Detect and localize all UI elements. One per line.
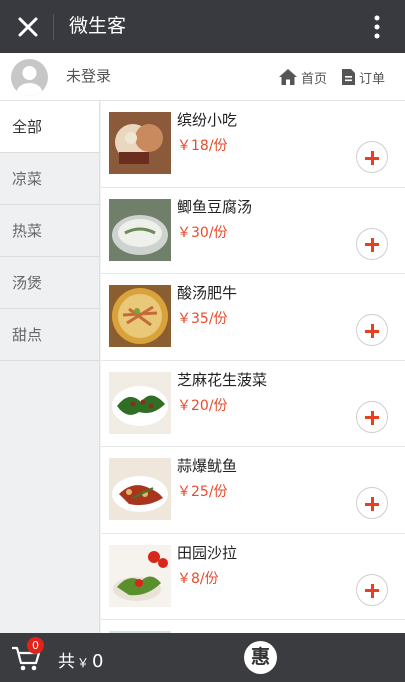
- dish-item[interactable]: 田园沙拉 ￥8/份: [101, 534, 405, 620]
- page-title: 微生客: [69, 15, 127, 37]
- dish-list: 缤纷小吃 ￥18/份 鲫鱼豆腐汤 ￥30/份 酸汤肥牛 ￥35/份 芝麻花生菠菜…: [101, 101, 405, 633]
- add-to-cart-button[interactable]: [356, 400, 388, 433]
- dish-price: ￥20/份: [177, 397, 228, 414]
- dish-item[interactable]: 酸汤肥牛 ￥35/份: [101, 274, 405, 361]
- cart-total: 共 ￥ 0: [58, 647, 103, 672]
- category-desserts[interactable]: 甜点: [0, 309, 99, 361]
- add-to-cart-button[interactable]: [356, 314, 388, 346]
- category-soups[interactable]: 汤煲: [0, 257, 99, 309]
- total-amount: 0: [92, 651, 104, 672]
- dish-photo: [109, 198, 171, 261]
- home-link[interactable]: 首页: [278, 65, 327, 89]
- order-label: 订单: [359, 71, 386, 87]
- dish-item[interactable]: 蒜爆鱿鱼 ￥25/份: [101, 447, 405, 534]
- add-to-cart-button[interactable]: [356, 227, 388, 260]
- currency-symbol: ￥: [77, 656, 90, 670]
- title-separator: [53, 14, 54, 40]
- dish-photo: [109, 544, 171, 607]
- total-label: 共: [58, 652, 75, 672]
- dish-item[interactable]: 芝麻花生菠菜 ￥20/份: [101, 361, 405, 447]
- dish-name: 酸汤肥牛: [177, 284, 238, 302]
- dish-item[interactable]: 缤纷小吃 ￥18/份: [101, 101, 405, 188]
- login-status[interactable]: 未登录: [66, 66, 111, 86]
- add-to-cart-button[interactable]: [356, 141, 388, 173]
- user-icon: [16, 66, 43, 96]
- dish-name: 蒜爆鱿鱼: [177, 457, 238, 475]
- avatar[interactable]: [11, 59, 48, 96]
- cart-count-badge: 0: [27, 637, 44, 654]
- more-vertical-icon[interactable]: [369, 14, 385, 40]
- home-label: 首页: [301, 71, 328, 87]
- add-to-cart-button[interactable]: [356, 573, 388, 606]
- dish-name: 芝麻花生菠菜: [177, 370, 268, 389]
- dish-name: 鲫鱼豆腐汤: [177, 197, 253, 216]
- category-cold-dishes[interactable]: 凉菜: [0, 153, 99, 205]
- document-icon: [342, 69, 355, 85]
- category-all[interactable]: 全部: [0, 101, 99, 153]
- dish-price: ￥8/份: [177, 570, 219, 587]
- dish-price: ￥25/份: [177, 484, 228, 500]
- dish-item-partial[interactable]: [101, 620, 405, 633]
- add-to-cart-button[interactable]: [356, 487, 388, 519]
- home-icon: [279, 69, 297, 85]
- dish-price: ￥18/份: [177, 138, 228, 154]
- dish-price: ￥35/份: [177, 311, 228, 327]
- dish-photo: [109, 371, 171, 434]
- order-link[interactable]: 订单: [341, 65, 385, 89]
- dish-photo: [109, 285, 171, 347]
- dish-name: 田园沙拉: [177, 543, 238, 562]
- category-hot-dishes[interactable]: 热菜: [0, 205, 99, 257]
- dish-price: ￥30/份: [177, 224, 228, 241]
- user-bar: 未登录 首页 订单: [0, 53, 405, 101]
- category-sidebar: 全部 凉菜 热菜 汤煲 甜点: [0, 101, 100, 633]
- cart-bar: 0 共 ￥ 0 惠: [0, 633, 405, 682]
- dish-name: 缤纷小吃: [177, 111, 238, 129]
- top-bar: 微生客: [0, 0, 405, 53]
- dish-photo: [109, 112, 171, 174]
- promotion-button[interactable]: 惠: [244, 641, 277, 674]
- close-icon[interactable]: [14, 13, 42, 41]
- dish-item[interactable]: 鲫鱼豆腐汤 ￥30/份: [101, 188, 405, 274]
- dish-photo: [109, 458, 171, 520]
